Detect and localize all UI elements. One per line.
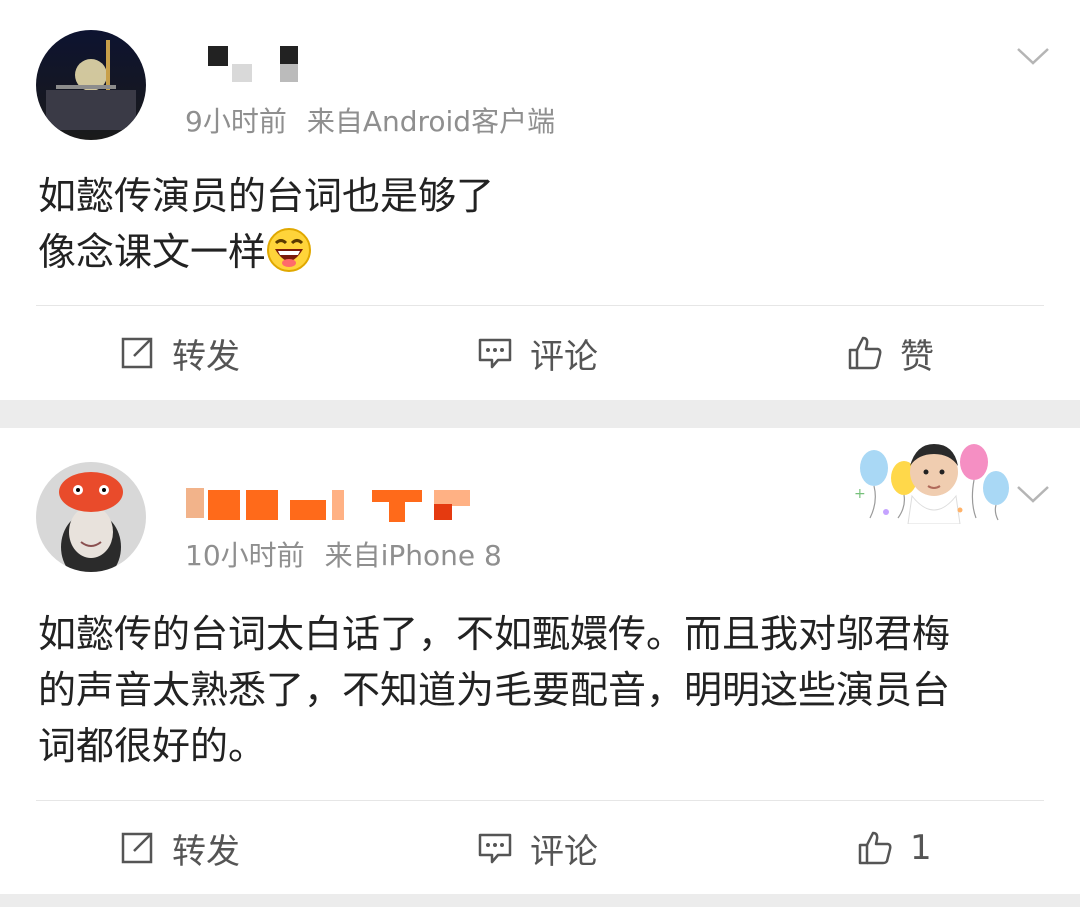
comment-label: 评论 xyxy=(530,831,598,872)
comment-icon xyxy=(478,338,512,369)
comment-icon xyxy=(478,833,512,864)
avatar[interactable] xyxy=(36,30,146,140)
repost-icon xyxy=(121,337,153,369)
repost-button[interactable]: 转发 xyxy=(118,800,240,896)
like-button[interactable]: 1 xyxy=(856,800,932,896)
post-text-line: 的声音太熟悉了，不知道为毛要配音，明明这些演员台 xyxy=(38,668,951,712)
post-meta: 10小时前 来自iPhone 8 xyxy=(185,534,502,574)
post-text-line: 如懿传的台词太白话了，不如甄嬛传。而且我对邬君梅 xyxy=(38,612,951,656)
repost-button[interactable]: 转发 xyxy=(118,305,240,401)
chevron-down-icon[interactable] xyxy=(1016,484,1050,504)
svg-text:+: + xyxy=(854,486,866,502)
repost-label: 转发 xyxy=(172,336,240,377)
like-button[interactable]: 赞 xyxy=(846,305,934,401)
post-content: 如懿传的台词太白话了，不如甄嬛传。而且我对邬君梅 的声音太熟悉了，不知道为毛要配… xyxy=(38,606,1044,774)
thumbs-up-icon xyxy=(858,831,892,865)
repost-icon xyxy=(121,832,153,864)
action-bar: 转发 评论 1 xyxy=(0,800,1080,896)
username-redacted[interactable] xyxy=(208,46,298,82)
avatar[interactable] xyxy=(36,462,146,572)
comment-button[interactable]: 评论 xyxy=(476,305,598,401)
like-count: 1 xyxy=(910,828,932,868)
avatar-image xyxy=(36,30,146,140)
post-text-line: 如懿传演员的台词也是够了 xyxy=(38,174,495,218)
like-label: 赞 xyxy=(900,336,934,377)
post-content: 如懿传演员的台词也是够了 像念课文一样 xyxy=(38,168,1044,280)
action-bar: 转发 评论 赞 xyxy=(0,305,1080,401)
post-time: 10小时前 xyxy=(185,539,305,572)
comment-button[interactable]: 评论 xyxy=(476,800,598,896)
birthday-balloons-badge: + xyxy=(854,444,1009,524)
post-source[interactable]: 来自Android客户端 xyxy=(307,105,555,138)
chevron-down-icon[interactable] xyxy=(1016,46,1050,66)
comment-label: 评论 xyxy=(530,336,598,377)
repost-label: 转发 xyxy=(172,831,240,872)
post-text-line: 像念课文一样 xyxy=(38,230,267,274)
weibo-post-card: 10小时前 来自iPhone 8 + 如懿传的台词太白话了，不如甄嬛传。而且我对邬… xyxy=(0,428,1080,894)
post-text-line: 词都很好的。 xyxy=(38,724,267,768)
post-source[interactable]: 来自iPhone 8 xyxy=(325,539,502,572)
post-meta: 9小时前 来自Android客户端 xyxy=(185,100,555,140)
grinning-face-emoji xyxy=(267,228,312,272)
post-time: 9小时前 xyxy=(185,105,287,138)
username-redacted[interactable] xyxy=(186,484,476,524)
thumbs-up-icon xyxy=(848,336,882,370)
avatar-image xyxy=(36,462,146,572)
weibo-post-card: 9小时前来自Android客户端 如懿传演员的台词也是够了 像念课文一样 转发 xyxy=(0,0,1080,400)
